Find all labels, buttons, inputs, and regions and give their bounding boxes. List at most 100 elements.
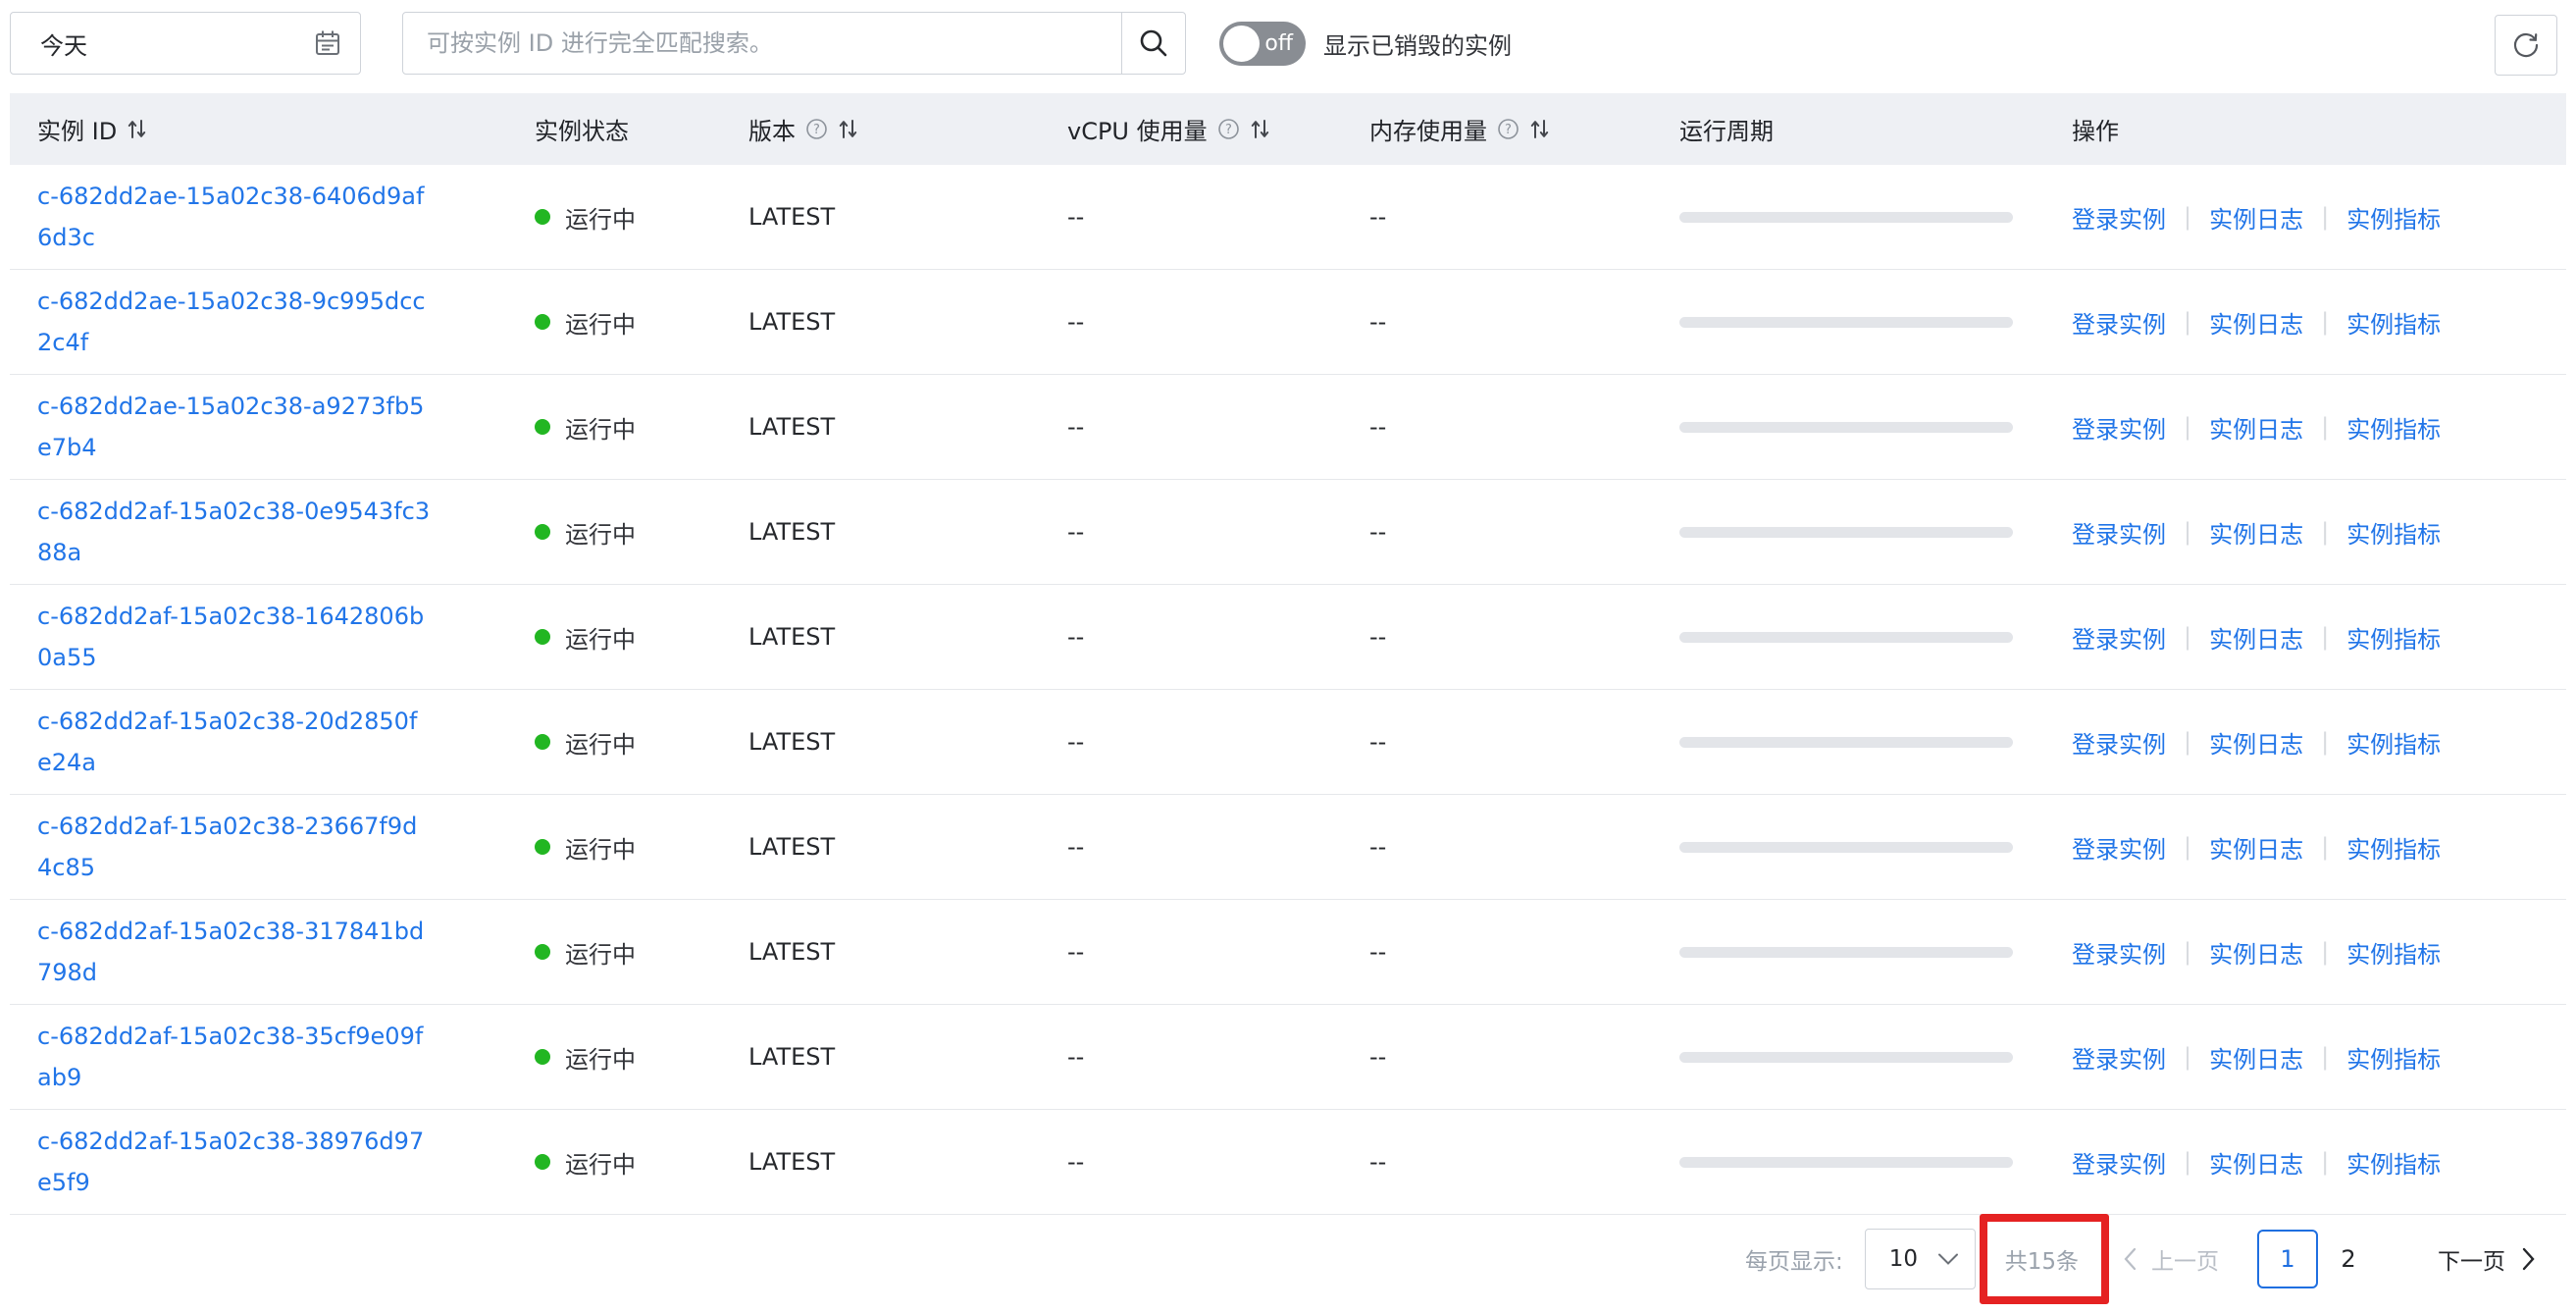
action-instance-metrics[interactable]: 实例指标	[2346, 725, 2441, 760]
instance-id-link[interactable]: c-682dd2ae-15a02c38-6406d9af6d3c	[37, 176, 432, 258]
action-instance-logs[interactable]: 实例日志	[2209, 935, 2303, 970]
action-login-instance[interactable]: 登录实例	[2072, 1040, 2166, 1075]
table-row: c-682dd2ae-15a02c38-6406d9af6d3c 运行中 LAT…	[10, 165, 2566, 270]
version-value: LATEST	[748, 308, 1067, 336]
refresh-button[interactable]	[2495, 15, 2557, 76]
action-instance-metrics[interactable]: 实例指标	[2346, 830, 2441, 865]
action-instance-metrics[interactable]: 实例指标	[2346, 620, 2441, 655]
toggle-state-label: off	[1264, 31, 1293, 56]
table-row: c-682dd2ae-15a02c38-9c995dcc2c4f 运行中 LAT…	[10, 270, 2566, 375]
page-size-label: 每页显示:	[1745, 1242, 1843, 1276]
action-separator: |	[2321, 833, 2329, 861]
search-group	[402, 12, 1186, 75]
action-instance-metrics[interactable]: 实例指标	[2346, 935, 2441, 970]
date-range-picker[interactable]: 今天	[10, 12, 361, 75]
action-separator: |	[2321, 623, 2329, 651]
version-value: LATEST	[748, 833, 1067, 861]
status-label: 运行中	[565, 725, 636, 760]
instance-id-link[interactable]: c-682dd2af-15a02c38-20d2850fe24a	[37, 701, 432, 783]
action-login-instance[interactable]: 登录实例	[2072, 200, 2166, 235]
action-instance-logs[interactable]: 实例日志	[2209, 725, 2303, 760]
page-size-select[interactable]: 10	[1865, 1229, 1976, 1289]
search-input[interactable]	[402, 12, 1122, 75]
action-separator: |	[2321, 413, 2329, 441]
run-cycle-bar	[1679, 317, 2013, 328]
version-value: LATEST	[748, 938, 1067, 966]
action-instance-logs[interactable]: 实例日志	[2209, 305, 2303, 340]
action-instance-logs[interactable]: 实例日志	[2209, 200, 2303, 235]
status-label: 运行中	[565, 935, 636, 970]
action-instance-metrics[interactable]: 实例指标	[2346, 305, 2441, 340]
action-instance-logs[interactable]: 实例日志	[2209, 1145, 2303, 1180]
action-instance-logs[interactable]: 实例日志	[2209, 620, 2303, 655]
action-separator: |	[2184, 728, 2191, 756]
next-page-label: 下一页	[2438, 1242, 2505, 1276]
action-instance-metrics[interactable]: 实例指标	[2346, 515, 2441, 550]
action-instance-metrics[interactable]: 实例指标	[2346, 1145, 2441, 1180]
instance-id-link[interactable]: c-682dd2af-15a02c38-1642806b0a55	[37, 596, 432, 678]
action-login-instance[interactable]: 登录实例	[2072, 935, 2166, 970]
action-instance-metrics[interactable]: 实例指标	[2346, 1040, 2441, 1075]
action-login-instance[interactable]: 登录实例	[2072, 305, 2166, 340]
action-instance-metrics[interactable]: 实例指标	[2346, 200, 2441, 235]
memory-value: --	[1369, 833, 1679, 861]
action-login-instance[interactable]: 登录实例	[2072, 725, 2166, 760]
sort-arrows-icon[interactable]	[1529, 118, 1550, 140]
action-separator: |	[2184, 938, 2191, 966]
vcpu-value: --	[1067, 728, 1369, 756]
action-login-instance[interactable]: 登录实例	[2072, 515, 2166, 550]
vcpu-value: --	[1067, 203, 1369, 231]
status-label: 运行中	[565, 515, 636, 550]
instance-id-link[interactable]: c-682dd2af-15a02c38-38976d97e5f9	[37, 1121, 432, 1203]
action-separator: |	[2321, 938, 2329, 966]
action-login-instance[interactable]: 登录实例	[2072, 410, 2166, 445]
instance-id-link[interactable]: c-682dd2ae-15a02c38-a9273fb5e7b4	[37, 386, 432, 468]
action-instance-logs[interactable]: 实例日志	[2209, 830, 2303, 865]
instance-id-link[interactable]: c-682dd2af-15a02c38-23667f9d4c85	[37, 806, 432, 888]
instance-id-link[interactable]: c-682dd2af-15a02c38-35cf9e09fab9	[37, 1016, 432, 1098]
search-button[interactable]	[1121, 12, 1186, 75]
col-header-memory[interactable]: 内存使用量 ?	[1369, 112, 1679, 146]
action-instance-logs[interactable]: 实例日志	[2209, 515, 2303, 550]
calendar-icon	[313, 28, 342, 58]
page-button-2[interactable]: 2	[2318, 1230, 2379, 1288]
action-instance-logs[interactable]: 实例日志	[2209, 410, 2303, 445]
status-label: 运行中	[565, 620, 636, 655]
question-circle-icon[interactable]: ?	[1217, 118, 1240, 140]
action-instance-logs[interactable]: 实例日志	[2209, 1040, 2303, 1075]
table-row: c-682dd2af-15a02c38-35cf9e09fab9 运行中 LAT…	[10, 1005, 2566, 1110]
table-row: c-682dd2af-15a02c38-20d2850fe24a 运行中 LAT…	[10, 690, 2566, 795]
prev-page-button[interactable]: 上一页	[2123, 1242, 2219, 1276]
instance-id-link[interactable]: c-682dd2ae-15a02c38-9c995dcc2c4f	[37, 281, 432, 363]
prev-page-label: 上一页	[2151, 1242, 2219, 1276]
col-header-actions: 操作	[2072, 112, 2566, 146]
instance-id-link[interactable]: c-682dd2af-15a02c38-0e9543fc388a	[37, 491, 432, 573]
action-separator: |	[2184, 203, 2191, 231]
memory-value: --	[1369, 413, 1679, 441]
col-header-version[interactable]: 版本 ?	[748, 112, 1067, 146]
status-label: 运行中	[565, 830, 636, 865]
page-size-value: 10	[1889, 1246, 1918, 1272]
date-value: 今天	[40, 26, 313, 61]
col-header-vcpu[interactable]: vCPU 使用量 ?	[1067, 112, 1369, 146]
action-login-instance[interactable]: 登录实例	[2072, 830, 2166, 865]
sort-arrows-icon[interactable]	[1250, 118, 1270, 140]
action-separator: |	[2184, 1043, 2191, 1071]
sort-arrows-icon[interactable]	[127, 118, 147, 140]
action-login-instance[interactable]: 登录实例	[2072, 1145, 2166, 1180]
action-login-instance[interactable]: 登录实例	[2072, 620, 2166, 655]
sort-arrows-icon[interactable]	[838, 118, 858, 140]
question-circle-icon[interactable]: ?	[805, 118, 828, 140]
search-icon	[1137, 26, 1170, 60]
col-header-instance-id[interactable]: 实例 ID	[10, 112, 535, 146]
action-instance-metrics[interactable]: 实例指标	[2346, 410, 2441, 445]
next-page-button[interactable]: 下一页	[2438, 1242, 2536, 1276]
show-destroyed-toggle[interactable]: off	[1219, 22, 1306, 66]
instance-id-link[interactable]: c-682dd2af-15a02c38-317841bd798d	[37, 911, 432, 993]
question-circle-icon[interactable]: ?	[1497, 118, 1520, 140]
destroyed-toggle-wrap: off 显示已销毁的实例	[1219, 12, 1512, 75]
status-running-dot	[535, 419, 550, 435]
memory-value: --	[1369, 938, 1679, 966]
action-separator: |	[2184, 308, 2191, 336]
page-button-1[interactable]: 1	[2257, 1230, 2318, 1288]
